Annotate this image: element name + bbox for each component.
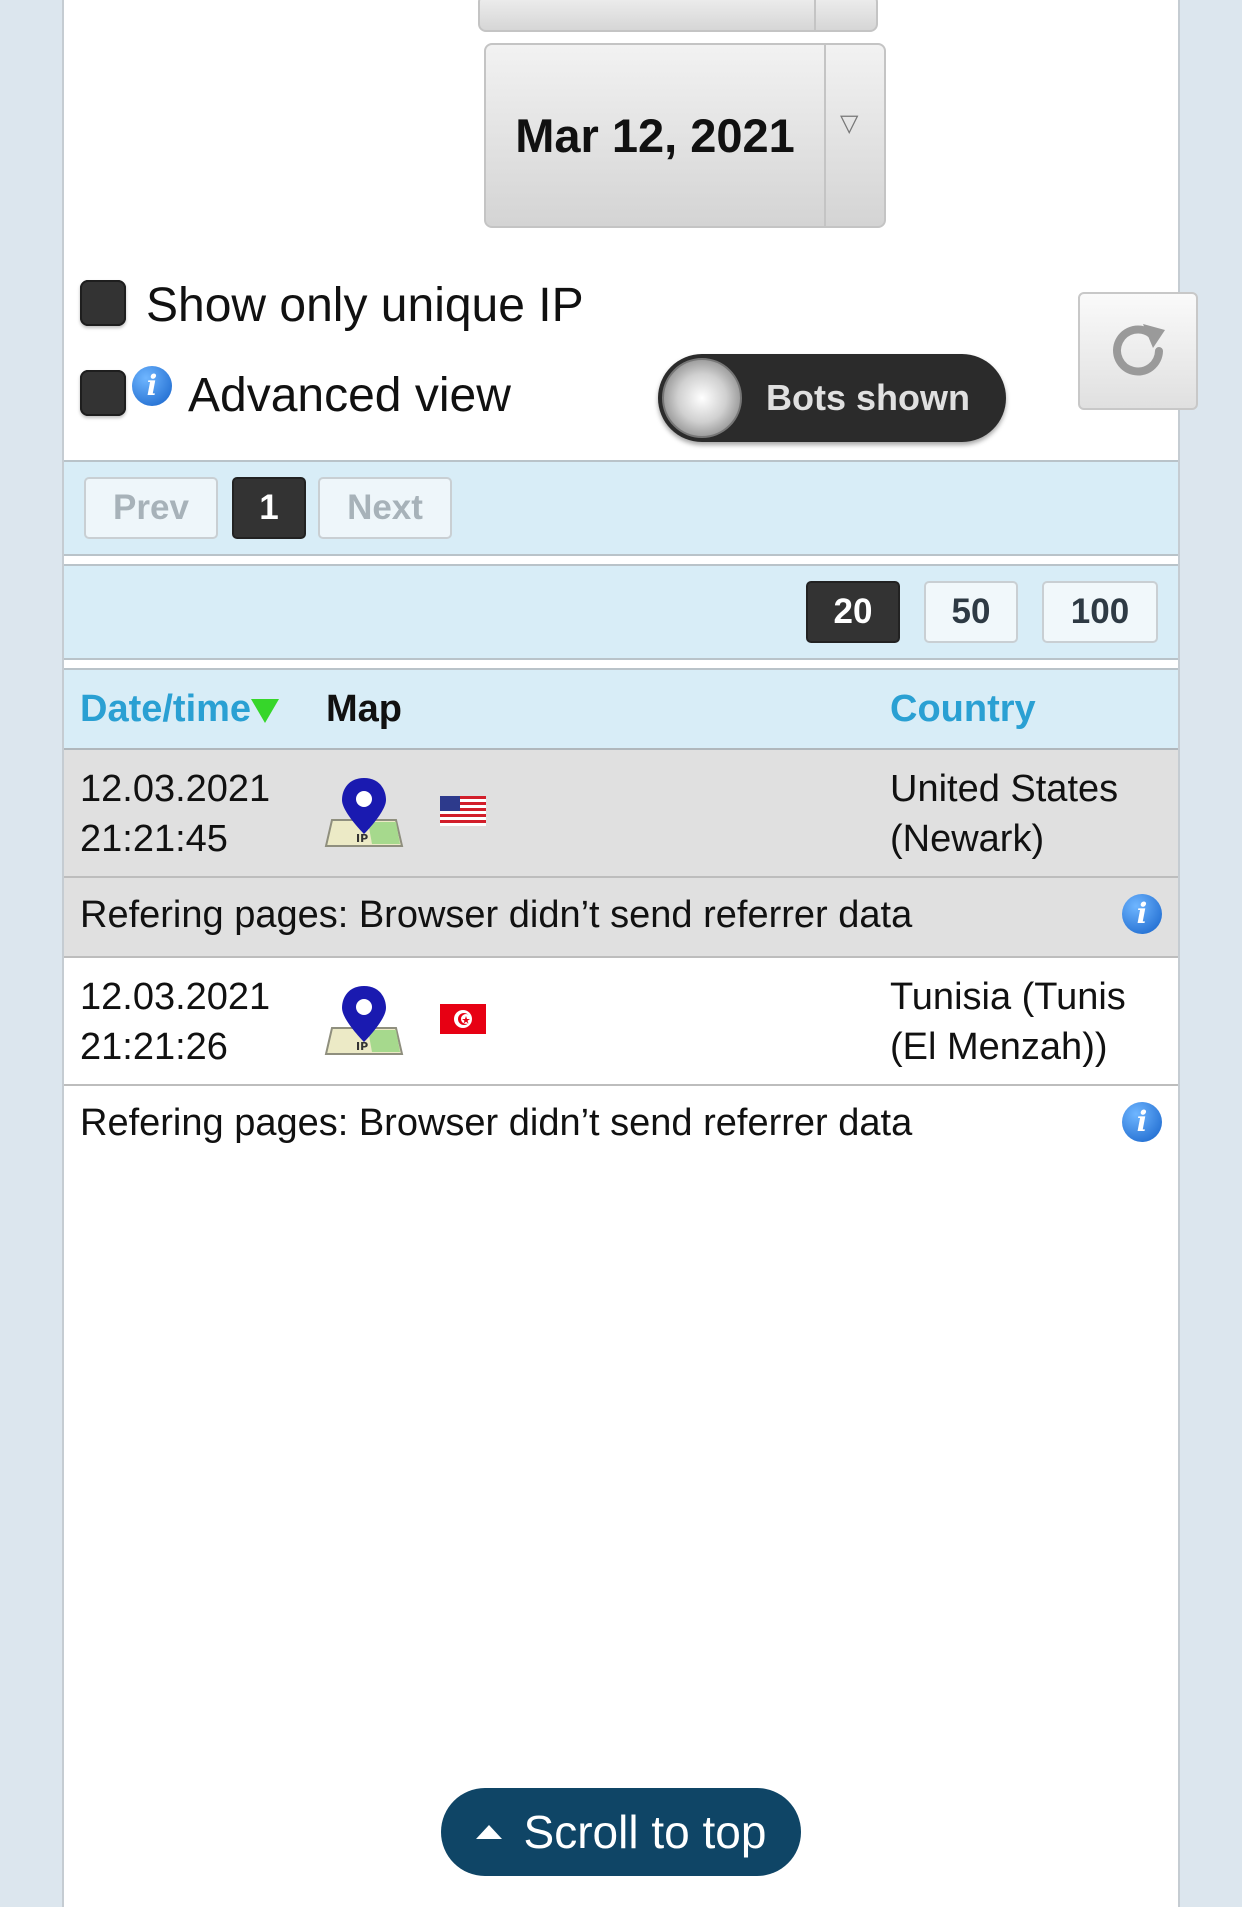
us-flag-icon xyxy=(440,796,486,826)
country-line-1: Tunisia (Tunis xyxy=(890,976,1126,1018)
map-pin-icon[interactable]: IP xyxy=(322,984,406,1056)
prev-button[interactable]: Prev xyxy=(84,477,218,539)
country-line-2: (El Menzah)) xyxy=(890,1026,1108,1068)
country-column-header[interactable]: Country xyxy=(890,688,1036,731)
chevron-down-icon: ▽ xyxy=(840,110,859,137)
scroll-to-top-label: Scroll to top xyxy=(523,1806,767,1858)
visit-country: United States (Newark) xyxy=(890,764,1118,864)
referrer-text: Refering pages: Browser didn’t send refe… xyxy=(80,894,913,936)
datetime-column-header[interactable]: Date/time xyxy=(80,688,280,731)
date-select-value: Mar 12, 2021 xyxy=(515,109,795,162)
advanced-view-label: Advanced view xyxy=(188,369,511,422)
bots-toggle-label: Bots shown xyxy=(766,377,970,418)
table-row: 12.03.2021 21:21:26 IP Tunisia (Tunis (E… xyxy=(64,958,1178,1086)
refresh-icon xyxy=(1113,324,1165,376)
table-row: 12.03.2021 21:21:45 IP United States (Ne… xyxy=(64,750,1178,878)
datetime-header-label: Date/time xyxy=(80,688,252,730)
visit-country: Tunisia (Tunis (El Menzah)) xyxy=(890,972,1126,1072)
sort-desc-icon xyxy=(251,699,280,723)
next-button[interactable]: Next xyxy=(318,477,452,539)
map-pin-icon[interactable]: IP xyxy=(322,776,406,848)
refresh-button[interactable] xyxy=(1078,292,1198,410)
previous-date-select[interactable] xyxy=(478,0,878,32)
unique-ip-label: Show only unique IP xyxy=(146,279,584,332)
map-column-header: Map xyxy=(326,688,402,730)
tunisia-flag-icon xyxy=(440,1004,486,1034)
page-size-100-button[interactable]: 100 xyxy=(1042,581,1158,643)
scroll-to-top-button[interactable]: Scroll to top xyxy=(441,1788,801,1876)
main-panel: Mar 12, 2021 ▽ Show only unique IP i Adv… xyxy=(62,0,1198,1907)
toggle-knob xyxy=(662,358,742,438)
advanced-view-checkbox[interactable] xyxy=(80,370,126,416)
info-icon[interactable]: i xyxy=(132,366,172,406)
info-icon[interactable]: i xyxy=(1122,1102,1162,1142)
svg-text:IP: IP xyxy=(356,1040,368,1053)
svg-text:IP: IP xyxy=(356,832,368,845)
page-size-bar: 20 50 100 xyxy=(64,564,1178,660)
arrow-up-icon xyxy=(475,1825,502,1839)
table-header: Date/time Map Country xyxy=(64,668,1178,750)
bots-toggle[interactable]: Bots shown xyxy=(658,354,1006,442)
page-1-button[interactable]: 1 xyxy=(232,477,306,539)
referrer-row: Refering pages: Browser didn’t send refe… xyxy=(64,1086,1178,1166)
page-size-20-button[interactable]: 20 xyxy=(806,581,900,643)
visit-date-value: 12.03.2021 xyxy=(80,976,271,1018)
visit-time-value: 21:21:45 xyxy=(80,818,228,860)
date-select-arrow[interactable]: ▽ xyxy=(824,45,884,226)
date-select[interactable]: Mar 12, 2021 ▽ xyxy=(484,43,886,228)
visit-date: 12.03.2021 21:21:26 xyxy=(80,972,270,1072)
referrer-text: Refering pages: Browser didn’t send refe… xyxy=(80,1102,913,1144)
country-line-1: United States xyxy=(890,768,1119,810)
page-size-50-button[interactable]: 50 xyxy=(924,581,1018,643)
unique-ip-checkbox[interactable] xyxy=(80,280,126,326)
visit-date-value: 12.03.2021 xyxy=(80,768,271,810)
visit-time-value: 21:21:26 xyxy=(80,1026,228,1068)
referrer-row: Refering pages: Browser didn’t send refe… xyxy=(64,878,1178,958)
country-line-2: (Newark) xyxy=(890,818,1045,860)
info-icon[interactable]: i xyxy=(1122,894,1162,934)
visit-date: 12.03.2021 21:21:45 xyxy=(80,764,270,864)
pagination-bar: Prev 1 Next xyxy=(64,460,1178,556)
